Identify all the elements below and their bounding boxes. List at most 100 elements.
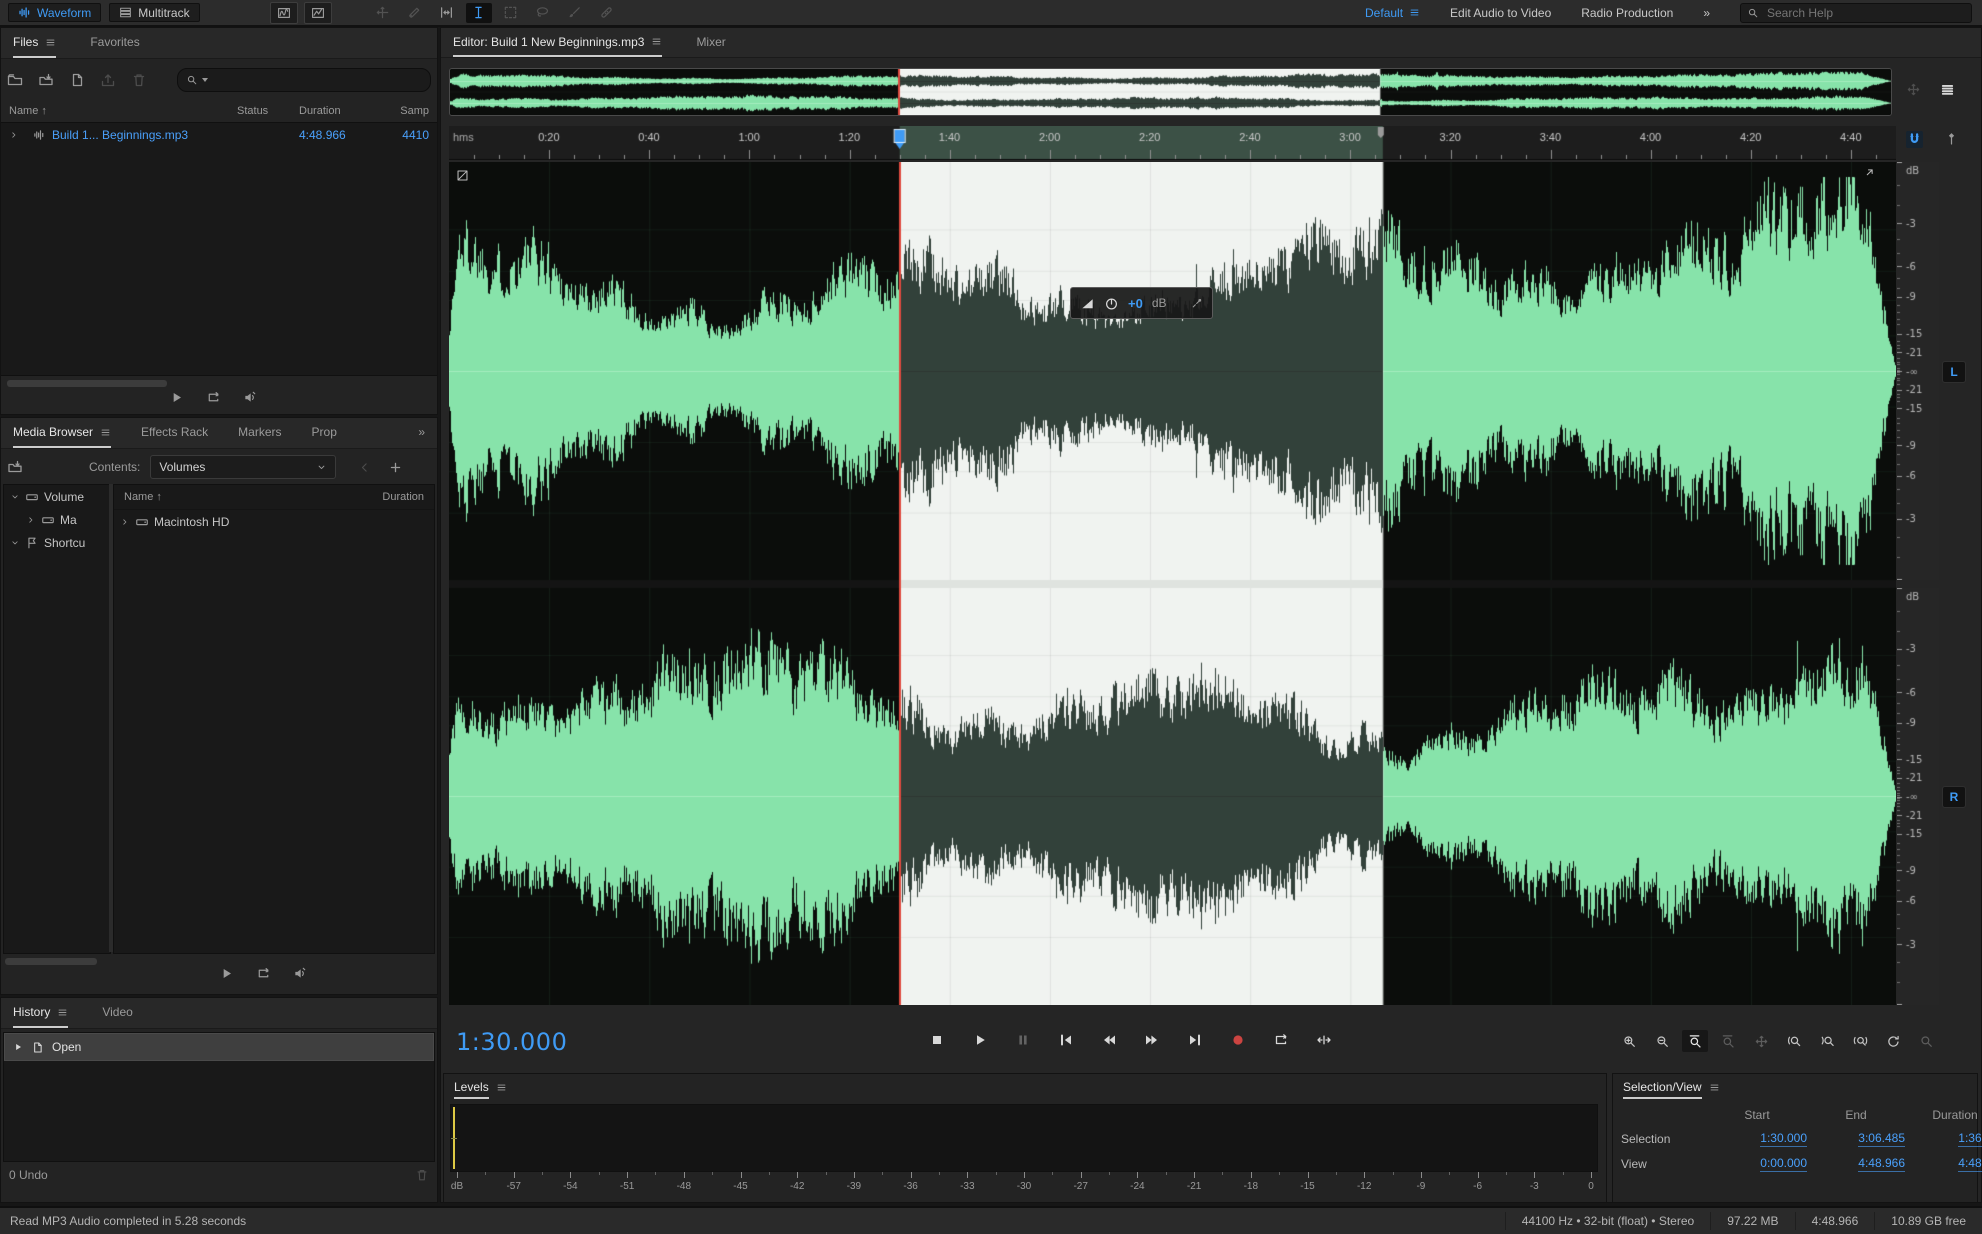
reset-zoom-button[interactable] [1880, 1030, 1906, 1052]
back-arrow-icon[interactable] [358, 461, 371, 474]
column-samp[interactable]: Samp [385, 105, 429, 117]
contents-dropdown[interactable]: Volumes [150, 455, 336, 479]
spectral-pitch-display-toggle[interactable] [304, 2, 332, 24]
timeline-ruler[interactable] [449, 126, 1896, 160]
skip-to-start-button[interactable] [1053, 1029, 1079, 1051]
rewind-button[interactable] [1096, 1029, 1122, 1051]
tab-history[interactable]: History [13, 998, 68, 1028]
marquee-selection-tool[interactable] [498, 3, 524, 23]
spectral-frequency-display-toggle[interactable] [270, 2, 298, 24]
loop-preview-button[interactable] [256, 966, 271, 981]
record-button[interactable] [1225, 1029, 1251, 1051]
workspace-overflow-chevron[interactable]: » [1703, 6, 1710, 20]
close-file-button[interactable] [131, 72, 147, 88]
time-selection-tool[interactable] [466, 3, 492, 23]
pin-hud-icon[interactable] [1190, 297, 1203, 310]
overview-waveform-canvas[interactable] [450, 69, 1891, 115]
tab-properties[interactable]: Prop [312, 418, 337, 448]
tab-media-browser[interactable]: Media Browser [13, 418, 111, 448]
import-file-button[interactable] [38, 72, 54, 88]
auto-play-button[interactable] [293, 966, 308, 981]
search-help-input[interactable] [1765, 5, 1965, 21]
import-icon[interactable] [7, 459, 23, 475]
column-name[interactable]: Name ↑ [124, 491, 382, 503]
tab-favorites[interactable]: Favorites [90, 28, 139, 58]
file-row[interactable]: Build 1... Beginnings.mp3 4:48.966 4410 [1, 123, 437, 147]
overview-navigator[interactable] [449, 68, 1892, 116]
zoom-extra-button[interactable] [1913, 1030, 1939, 1052]
search-help-field[interactable] [1740, 3, 1972, 23]
skip-to-end-button[interactable] [1182, 1029, 1208, 1051]
zoom-out-full-button[interactable] [1715, 1030, 1741, 1052]
sv-value-selection-end[interactable]: 3:06.485 [1858, 1131, 1905, 1147]
tree-item-volume[interactable]: Volume [4, 485, 110, 508]
sv-value-selection-start[interactable]: 1:30.000 [1760, 1131, 1807, 1147]
expand-chevron-icon[interactable] [9, 130, 19, 140]
lasso-selection-tool[interactable] [530, 3, 556, 23]
stop-button[interactable] [924, 1029, 950, 1051]
current-time-display[interactable]: 1:30.000 [456, 1028, 567, 1056]
pause-button[interactable] [1010, 1029, 1036, 1051]
waveform-view-button[interactable]: Waveform [8, 3, 101, 22]
workspace-edit-audio-to-video[interactable]: Edit Audio to Video [1450, 6, 1551, 20]
tab-files[interactable]: Files [13, 28, 56, 58]
multitrack-view-button[interactable]: Multitrack [109, 3, 199, 22]
zoom-in-full-button[interactable] [1682, 1030, 1708, 1052]
column-duration[interactable]: Duration [382, 491, 424, 503]
gain-hud[interactable]: +0 dB [1070, 287, 1213, 319]
maximize-panel-icon[interactable] [1862, 167, 1878, 183]
spot-healing-brush-tool[interactable] [594, 3, 620, 23]
fast-forward-button[interactable] [1139, 1029, 1165, 1051]
preview-play-button[interactable] [219, 966, 234, 981]
level-meters[interactable] [450, 1104, 1598, 1172]
preview-play-button[interactable] [169, 390, 184, 405]
zoom-in-at-out-point-button[interactable] [1814, 1030, 1840, 1052]
levels-tab[interactable]: Levels [444, 1074, 1606, 1100]
loop-preview-button[interactable] [206, 390, 221, 405]
tab-markers[interactable]: Markers [238, 418, 281, 448]
expand-chevron-icon[interactable] [120, 517, 130, 527]
sv-value-selection-duration[interactable]: 1:36.485 [1958, 1131, 1982, 1147]
add-marker-icon[interactable] [1944, 131, 1959, 146]
sv-value-view-end[interactable]: 4:48.966 [1858, 1156, 1905, 1172]
play-button[interactable] [967, 1029, 993, 1051]
media-horizontal-scrollbar[interactable] [5, 958, 97, 965]
zoom-in-button[interactable] [1616, 1030, 1642, 1052]
heads-up-display-toggle-icon[interactable] [456, 169, 472, 185]
tree-item-ma[interactable]: Ma [4, 508, 110, 531]
auto-play-button[interactable] [243, 390, 258, 405]
files-search-field[interactable] [177, 68, 431, 92]
sv-value-view-start[interactable]: 0:00.000 [1760, 1156, 1807, 1172]
loop-playback-button[interactable] [1268, 1029, 1294, 1051]
navigate-button[interactable] [1748, 1030, 1774, 1052]
move-tool[interactable] [370, 3, 396, 23]
files-search-input[interactable] [212, 72, 422, 88]
new-file-button[interactable] [69, 72, 85, 88]
tab-editor[interactable]: Editor: Build 1 New Beginnings.mp3 [453, 28, 662, 57]
sv-value-view-duration[interactable]: 4:48.966 [1958, 1156, 1982, 1172]
selection-view-tab[interactable]: Selection/View [1613, 1074, 1977, 1100]
snap-magnet-icon[interactable] [1906, 131, 1923, 148]
workspace-radio-production[interactable]: Radio Production [1581, 6, 1673, 20]
zoom-to-selection-button[interactable] [1847, 1030, 1873, 1052]
skip-selection-button[interactable] [1311, 1029, 1337, 1051]
gain-knob-icon[interactable] [1104, 296, 1119, 311]
display-options-icon[interactable] [1940, 82, 1955, 97]
search-options-caret-icon[interactable] [202, 78, 208, 82]
gain-value[interactable]: +0 [1128, 296, 1143, 311]
navigator-pan-icon[interactable] [1906, 82, 1921, 97]
left-channel-button[interactable]: L [1942, 361, 1966, 383]
chevron-right-icon[interactable] [26, 515, 36, 525]
slip-tool[interactable] [434, 3, 460, 23]
zoom-in-at-in-point-button[interactable] [1781, 1030, 1807, 1052]
open-file-button[interactable] [7, 72, 23, 88]
paintbrush-tool[interactable] [562, 3, 588, 23]
chevron-down-icon[interactable] [10, 492, 20, 502]
media-row-macintosh-hd[interactable]: Macintosh HD [114, 510, 434, 533]
tree-item-shortcu[interactable]: Shortcu [4, 531, 110, 554]
chevron-down-icon[interactable] [10, 538, 20, 548]
media-encoder-button[interactable] [100, 72, 116, 88]
zoom-out-button[interactable] [1649, 1030, 1675, 1052]
column-status[interactable]: Status [237, 105, 299, 117]
column-name[interactable]: Name ↑ [9, 105, 237, 117]
